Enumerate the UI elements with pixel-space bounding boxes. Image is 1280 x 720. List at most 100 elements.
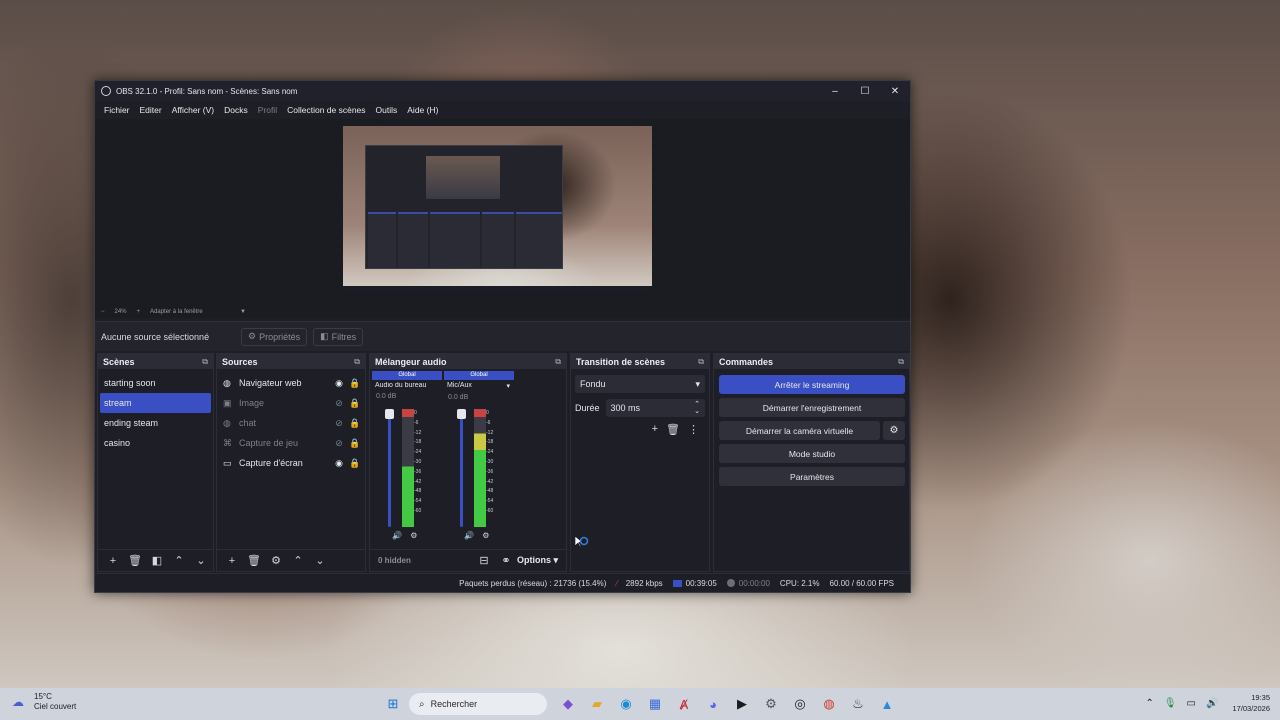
menu-collection[interactable]: Collection de scènes — [282, 105, 370, 115]
undock-icon[interactable]: ⧉ — [698, 357, 704, 367]
transition-select[interactable]: Fondu ▾ — [575, 375, 705, 393]
copilot-icon[interactable]: ◆ — [555, 692, 581, 716]
zoom-out-button[interactable]: − — [101, 309, 105, 315]
minimize-button[interactable]: – — [820, 81, 850, 101]
preview-area[interactable] — [95, 119, 910, 306]
eye-icon[interactable]: ◉ — [331, 378, 347, 389]
network-icon[interactable]: ▭ — [1187, 698, 1196, 709]
preview-nested-dock — [516, 212, 562, 268]
gear-icon[interactable]: ⚙ — [482, 531, 489, 540]
studio-mode-button[interactable]: Mode studio — [719, 444, 905, 463]
zoom-in-button[interactable]: + — [137, 309, 141, 315]
channel-name[interactable]: Mic/Aux ▾ — [444, 382, 514, 390]
trash-icon[interactable]: 🗑 — [243, 554, 265, 567]
menu-aide[interactable]: Aide (H) — [402, 105, 443, 115]
eye-off-icon[interactable]: ⊘ — [331, 418, 347, 429]
trash-icon[interactable]: 🗑 — [124, 554, 146, 567]
source-item[interactable]: ⌘ Capture de jeu ⊘ 🔒 — [219, 433, 363, 453]
filter-icon[interactable]: ◧ — [146, 554, 168, 567]
clock[interactable]: 19:35 17/03/2026 — [1232, 692, 1270, 714]
lock-icon[interactable]: 🔒 — [347, 378, 363, 389]
maximize-button[interactable]: ☐ — [850, 81, 880, 101]
scene-item-active[interactable]: stream — [100, 393, 211, 413]
discord-icon[interactable]: ◕ — [700, 692, 726, 716]
eye-icon[interactable]: ◉ — [331, 458, 347, 469]
folder-icon[interactable]: ▰ — [584, 692, 610, 716]
options-button[interactable]: Options ▾ — [517, 555, 558, 566]
undock-icon[interactable]: ⧉ — [354, 357, 360, 367]
undock-icon[interactable]: ⧉ — [555, 357, 561, 367]
chevron-down-icon[interactable]: ⌄ — [190, 554, 212, 567]
add-icon[interactable]: + — [652, 423, 658, 436]
trash-icon[interactable]: 🗑 — [666, 423, 680, 436]
chevron-up-icon[interactable]: ⌃ — [287, 554, 309, 567]
store-icon[interactable]: ▦ — [642, 692, 668, 716]
source-item[interactable]: ◍ chat ⊘ 🔒 — [219, 413, 363, 433]
lock-icon[interactable]: 🔒 — [347, 398, 363, 409]
chevron-down-icon[interactable]: ▾ — [506, 382, 510, 390]
close-button[interactable]: ✕ — [880, 81, 910, 101]
volume-fader[interactable] — [460, 411, 463, 527]
scene-item[interactable]: casino — [100, 433, 211, 453]
gear-icon[interactable]: ⚙ — [265, 554, 287, 567]
weather-widget[interactable]: ☁ 15°C Ciel couvert — [12, 692, 76, 712]
filters-button[interactable]: ◧ Filtres — [313, 327, 364, 346]
source-item[interactable]: ▣ Image ⊘ 🔒 — [219, 393, 363, 413]
windows-start-icon[interactable]: ⊞ — [380, 692, 406, 716]
obs-icon[interactable]: ◎ — [787, 692, 813, 716]
search-input[interactable]: ⌕ Rechercher — [409, 693, 547, 715]
duration-input[interactable]: 300 ms ⌃ ⌄ — [605, 399, 705, 417]
undock-icon[interactable]: ⧉ — [898, 357, 904, 367]
more-icon[interactable]: ⋮ — [688, 423, 699, 436]
media-player-icon[interactable]: ▶ — [729, 692, 755, 716]
acrobat-icon[interactable]: Ⱥ — [671, 692, 697, 716]
add-icon[interactable]: + — [102, 555, 124, 567]
menu-fichier[interactable]: Fichier — [99, 105, 135, 115]
eye-off-icon[interactable]: ⊘ — [331, 398, 347, 409]
settings-icon[interactable]: ⚙ — [758, 692, 784, 716]
chrome-icon[interactable]: ◍ — [816, 692, 842, 716]
undock-icon[interactable]: ⧉ — [202, 357, 208, 367]
layout-icon[interactable]: ⊟ — [473, 554, 495, 567]
source-item[interactable]: ◍ Navigateur web ◉ 🔒 — [219, 373, 363, 393]
chevron-up-icon[interactable]: ⌃ — [1145, 698, 1153, 709]
settings-button[interactable]: Paramètres — [719, 467, 905, 486]
scene-item[interactable]: ending steam — [100, 413, 211, 433]
start-virtualcam-button[interactable]: Démarrer la caméra virtuelle — [719, 421, 880, 440]
link-icon[interactable]: ⚭ — [495, 554, 517, 567]
gear-icon[interactable]: ⚙ — [410, 531, 417, 540]
channel-name[interactable]: Audio du bureau — [372, 382, 442, 389]
lock-icon[interactable]: 🔒 — [347, 418, 363, 429]
scene-item[interactable]: starting soon — [100, 373, 211, 393]
source-item[interactable]: ▭ Capture d'écran ◉ 🔒 — [219, 453, 363, 473]
chevron-up-icon[interactable]: ⌃ — [168, 554, 190, 567]
speaker-icon[interactable]: 🔊 — [464, 531, 474, 540]
volume-icon[interactable]: 🔊 — [1206, 698, 1218, 709]
gear-icon[interactable]: ⚙ — [883, 421, 905, 440]
menu-profil[interactable]: Profil — [253, 105, 282, 115]
photos-icon[interactable]: ▲ — [874, 692, 900, 716]
chevron-down-icon[interactable]: ▼ — [240, 309, 246, 315]
eye-off-icon[interactable]: ⊘ — [331, 438, 347, 449]
preview-canvas[interactable] — [343, 126, 652, 292]
zoom-fit-select[interactable]: Adapter à la fenêtre — [150, 309, 230, 315]
properties-button[interactable]: ⚙ Propriétés — [241, 327, 308, 346]
edge-icon[interactable]: ◉ — [613, 692, 639, 716]
stop-streaming-button[interactable]: Arrêter le streaming — [719, 375, 905, 394]
stepper-icon[interactable]: ⌃ ⌄ — [694, 401, 700, 415]
menu-docks[interactable]: Docks — [219, 105, 253, 115]
speaker-icon[interactable]: 🔊 — [392, 531, 402, 540]
volume-fader[interactable] — [388, 411, 391, 527]
add-icon[interactable]: + — [221, 555, 243, 567]
start-recording-button[interactable]: Démarrer l'enregistrement — [719, 398, 905, 417]
microphone-icon[interactable]: 🎙 — [1164, 698, 1177, 709]
menu-afficher[interactable]: Afficher (V) — [167, 105, 219, 115]
menu-editer[interactable]: Editer — [135, 105, 167, 115]
lock-icon[interactable]: 🔒 — [347, 458, 363, 469]
lock-icon[interactable]: 🔒 — [347, 438, 363, 449]
fader-handle[interactable] — [457, 409, 466, 419]
steam-icon[interactable]: ♨ — [845, 692, 871, 716]
chevron-down-icon[interactable]: ⌄ — [309, 554, 331, 567]
menu-outils[interactable]: Outils — [371, 105, 403, 115]
fader-handle[interactable] — [385, 409, 394, 419]
